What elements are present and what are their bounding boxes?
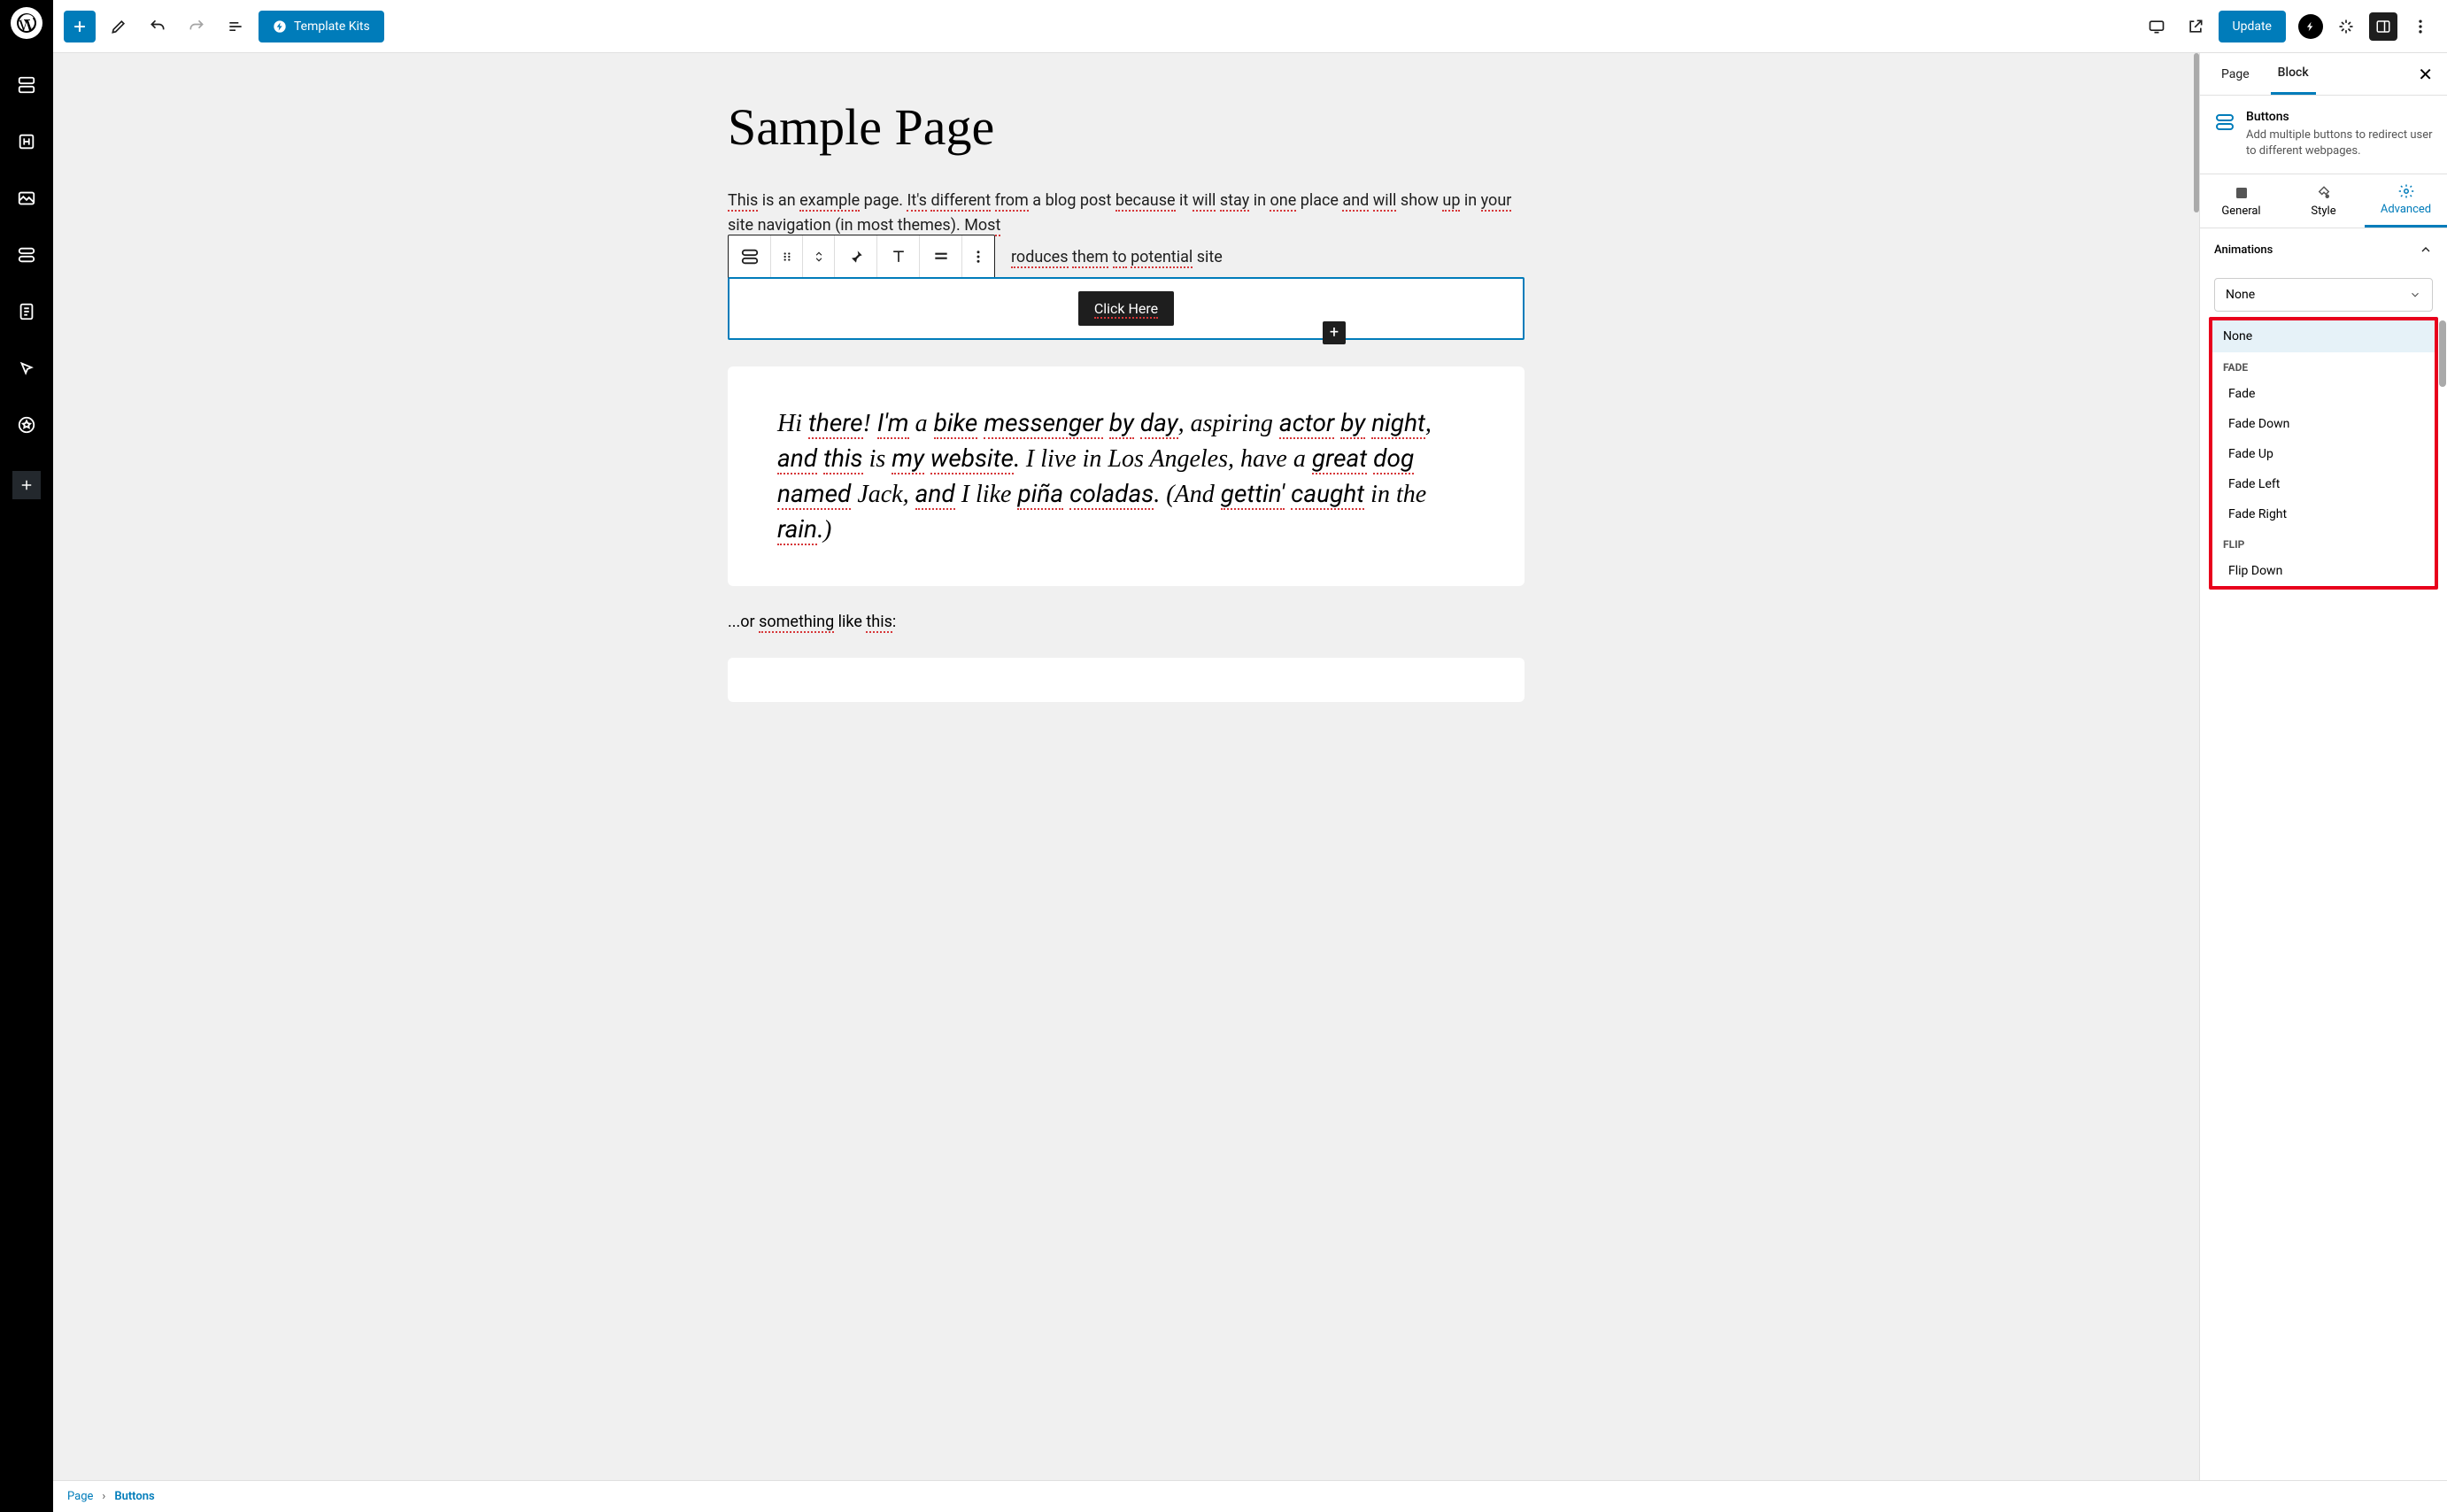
redo-button[interactable]: [181, 11, 212, 42]
block-title: Buttons: [2246, 110, 2433, 124]
pin-icon[interactable]: [835, 235, 877, 278]
settings-sidebar: Page Block ✕ Buttons Add multiple button…: [2199, 53, 2447, 1512]
chevron-up-icon: [2419, 243, 2433, 257]
breadcrumb-buttons[interactable]: Buttons: [114, 1490, 154, 1503]
subtab-style[interactable]: Style: [2282, 174, 2365, 228]
bolt-icon: [273, 19, 287, 34]
edit-icon[interactable]: [103, 11, 135, 42]
style-icon: [2316, 185, 2332, 201]
sidebar-toggle-icon[interactable]: [2369, 12, 2397, 41]
breadcrumb: Page › Buttons: [53, 1480, 2447, 1512]
quote-block[interactable]: Hi there! I'm a bike messenger by day, a…: [728, 366, 1525, 587]
add-block-button[interactable]: [64, 11, 96, 42]
layout-icon[interactable]: [16, 74, 37, 96]
page-icon[interactable]: [16, 301, 37, 322]
button-element[interactable]: Click Here: [1078, 291, 1174, 326]
empty-block[interactable]: [728, 658, 1525, 702]
scrollbar[interactable]: [2194, 53, 2199, 212]
chevron-down-icon: [2409, 289, 2421, 301]
animations-header[interactable]: Animations: [2214, 243, 2433, 257]
sidebar-tabs: Page Block ✕: [2200, 53, 2447, 96]
dropdown-group-flip: FLIP: [2212, 529, 2435, 556]
advanced-icon: [2398, 183, 2414, 199]
update-button[interactable]: Update: [2219, 11, 2286, 42]
drag-handle-icon[interactable]: [771, 235, 803, 278]
template-kits-label: Template Kits: [294, 19, 370, 34]
dropdown-option-fade-up[interactable]: Fade Up: [2212, 439, 2435, 469]
dropdown-option-fade-left[interactable]: Fade Left: [2212, 469, 2435, 499]
block-header: Buttons Add multiple buttons to redirect…: [2200, 96, 2447, 174]
star-icon[interactable]: [16, 414, 37, 436]
general-icon: [2234, 185, 2250, 201]
close-icon[interactable]: ✕: [2418, 64, 2433, 85]
dropdown-option-flip-down[interactable]: Flip Down: [2212, 556, 2435, 586]
device-preview-icon[interactable]: [2141, 11, 2173, 42]
block-toolbar: [728, 235, 995, 279]
add-button-icon[interactable]: +: [1323, 321, 1346, 344]
chevron-right-icon: ›: [102, 1490, 105, 1503]
wordpress-logo[interactable]: [11, 7, 42, 39]
dropdown-group-fade: FADE: [2212, 352, 2435, 379]
undo-button[interactable]: [142, 11, 174, 42]
dropdown-scrollbar[interactable]: [2439, 320, 2446, 387]
subtab-general[interactable]: General: [2200, 174, 2282, 228]
animations-section: Animations: [2200, 228, 2447, 271]
cursor-icon[interactable]: [16, 358, 37, 379]
tab-page[interactable]: Page: [2214, 53, 2257, 95]
external-link-icon[interactable]: [2180, 11, 2212, 42]
dropdown-option-fade[interactable]: Fade: [2212, 379, 2435, 409]
paragraph-block[interactable]: This is an example page. It's different …: [728, 189, 1525, 238]
editor-canvas[interactable]: Sample Page This is an example page. It'…: [53, 53, 2199, 1512]
paragraph-trailing[interactable]: ...or something like this:: [728, 613, 1525, 631]
toolbar-more-icon[interactable]: [962, 235, 994, 278]
subtab-advanced[interactable]: Advanced: [2365, 174, 2447, 228]
dropdown-option-none[interactable]: None: [2212, 320, 2435, 352]
sidebar-add-icon[interactable]: [12, 471, 41, 499]
page-title[interactable]: Sample Page: [728, 97, 1525, 157]
align-horizontal-icon[interactable]: [920, 235, 962, 278]
heading-icon[interactable]: [16, 131, 37, 152]
buttons-block[interactable]: Click Here +: [728, 277, 1525, 340]
dropdown-option-fade-down[interactable]: Fade Down: [2212, 409, 2435, 439]
tab-block[interactable]: Block: [2271, 53, 2316, 95]
block-description: Add multiple buttons to redirect user to…: [2246, 127, 2433, 159]
animation-select[interactable]: None: [2214, 278, 2433, 312]
move-arrows-icon[interactable]: [803, 235, 835, 278]
bolt-circle-icon[interactable]: [2298, 14, 2323, 39]
image-icon[interactable]: [16, 188, 37, 209]
dropdown-option-fade-right[interactable]: Fade Right: [2212, 499, 2435, 529]
template-kits-button[interactable]: Template Kits: [259, 11, 384, 42]
block-type-icon[interactable]: [729, 235, 771, 278]
topbar: Template Kits Update: [53, 0, 2447, 53]
buttons-icon[interactable]: [16, 244, 37, 266]
breadcrumb-page[interactable]: Page: [67, 1490, 93, 1503]
buttons-block-icon: [2214, 112, 2235, 133]
align-vertical-icon[interactable]: [877, 235, 920, 278]
list-view-button[interactable]: [220, 11, 251, 42]
admin-bar: [0, 0, 53, 1512]
more-options-icon[interactable]: [2405, 11, 2436, 42]
sparkle-icon[interactable]: [2330, 11, 2362, 42]
sidebar-subtabs: General Style Advanced: [2200, 174, 2447, 228]
animation-dropdown: None FADE Fade Fade Down Fade Up Fade Le…: [2209, 317, 2438, 590]
